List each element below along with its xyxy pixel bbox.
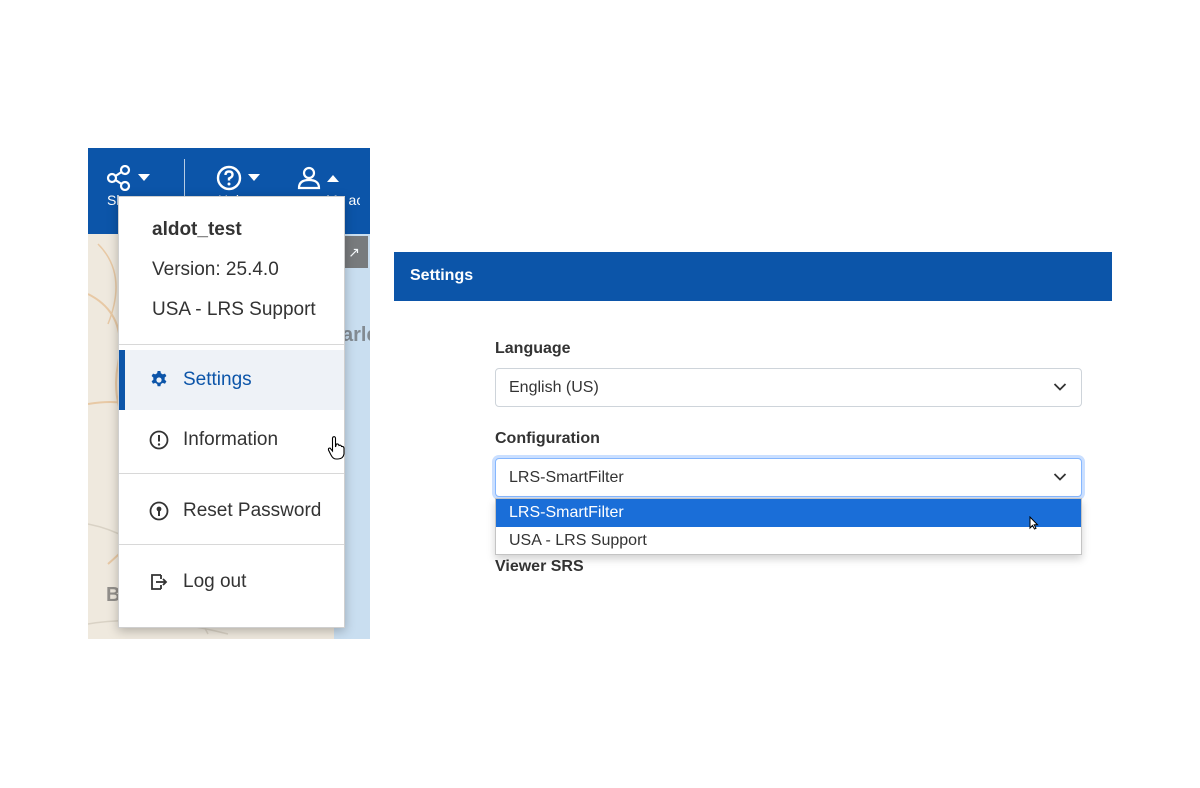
menu-item-settings[interactable]: Settings bbox=[119, 350, 344, 410]
user-account-button[interactable] bbox=[297, 160, 339, 196]
share-button[interactable] bbox=[106, 160, 150, 196]
mouse-pointer-icon bbox=[1029, 516, 1039, 530]
caret-down-icon bbox=[138, 174, 150, 181]
configuration-options-list: LRS-SmartFilter USA - LRS Support bbox=[495, 498, 1082, 555]
option-label: LRS-SmartFilter bbox=[509, 504, 624, 521]
current-configuration: USA - LRS Support bbox=[152, 299, 316, 320]
configuration-select[interactable]: LRS-SmartFilter bbox=[495, 458, 1082, 497]
logout-icon bbox=[151, 574, 168, 590]
info-circle-icon bbox=[149, 430, 169, 450]
configuration-option[interactable]: LRS-SmartFilter bbox=[496, 499, 1081, 527]
app-menu-screenshot: arle B ↗ Sh Help bbox=[88, 148, 370, 639]
caret-down-icon bbox=[248, 174, 260, 181]
username: aldot_test bbox=[152, 219, 242, 240]
menu-item-label: Settings bbox=[183, 369, 252, 390]
version-text: Version: 25.4.0 bbox=[152, 259, 279, 280]
option-label: USA - LRS Support bbox=[509, 532, 647, 549]
menu-divider bbox=[119, 344, 344, 345]
help-button[interactable] bbox=[216, 160, 260, 196]
language-value: English (US) bbox=[509, 378, 599, 396]
language-select[interactable]: English (US) bbox=[495, 368, 1082, 407]
menu-divider bbox=[119, 473, 344, 474]
language-label: Language bbox=[495, 340, 571, 357]
expand-arrow-icon: ↗ bbox=[348, 243, 360, 260]
key-circle-icon bbox=[149, 501, 169, 521]
toolbar-divider bbox=[184, 159, 185, 197]
menu-divider bbox=[119, 544, 344, 545]
configuration-value: LRS-SmartFilter bbox=[509, 468, 624, 486]
map-label-city: arle bbox=[342, 324, 370, 346]
chevron-down-icon bbox=[1053, 473, 1067, 481]
hand-cursor-icon bbox=[327, 436, 345, 460]
menu-item-information[interactable]: Information bbox=[119, 410, 344, 470]
chevron-down-icon bbox=[1053, 383, 1067, 391]
configuration-label: Configuration bbox=[495, 430, 600, 447]
share-icon bbox=[106, 165, 131, 191]
menu-item-label: Log out bbox=[183, 571, 247, 592]
settings-header: Settings bbox=[394, 252, 1112, 301]
menu-item-log-out[interactable]: Log out bbox=[119, 552, 344, 612]
configuration-option[interactable]: USA - LRS Support bbox=[496, 527, 1081, 555]
menu-item-label: Reset Password bbox=[183, 500, 322, 521]
menu-item-reset-password[interactable]: Reset Password bbox=[119, 481, 344, 541]
settings-dialog: Settings Language English (US) Configura… bbox=[394, 252, 1112, 572]
user-icon bbox=[297, 166, 321, 190]
menu-item-label: Information bbox=[183, 429, 279, 450]
user-dropdown-menu: aldot_test Version: 25.4.0 USA - LRS Sup… bbox=[118, 196, 345, 628]
settings-title: Settings bbox=[410, 267, 474, 284]
gear-icon bbox=[151, 371, 167, 387]
viewer-srs-label: Viewer SRS bbox=[495, 558, 584, 572]
caret-up-icon bbox=[327, 175, 339, 182]
help-circle-icon bbox=[216, 165, 242, 191]
